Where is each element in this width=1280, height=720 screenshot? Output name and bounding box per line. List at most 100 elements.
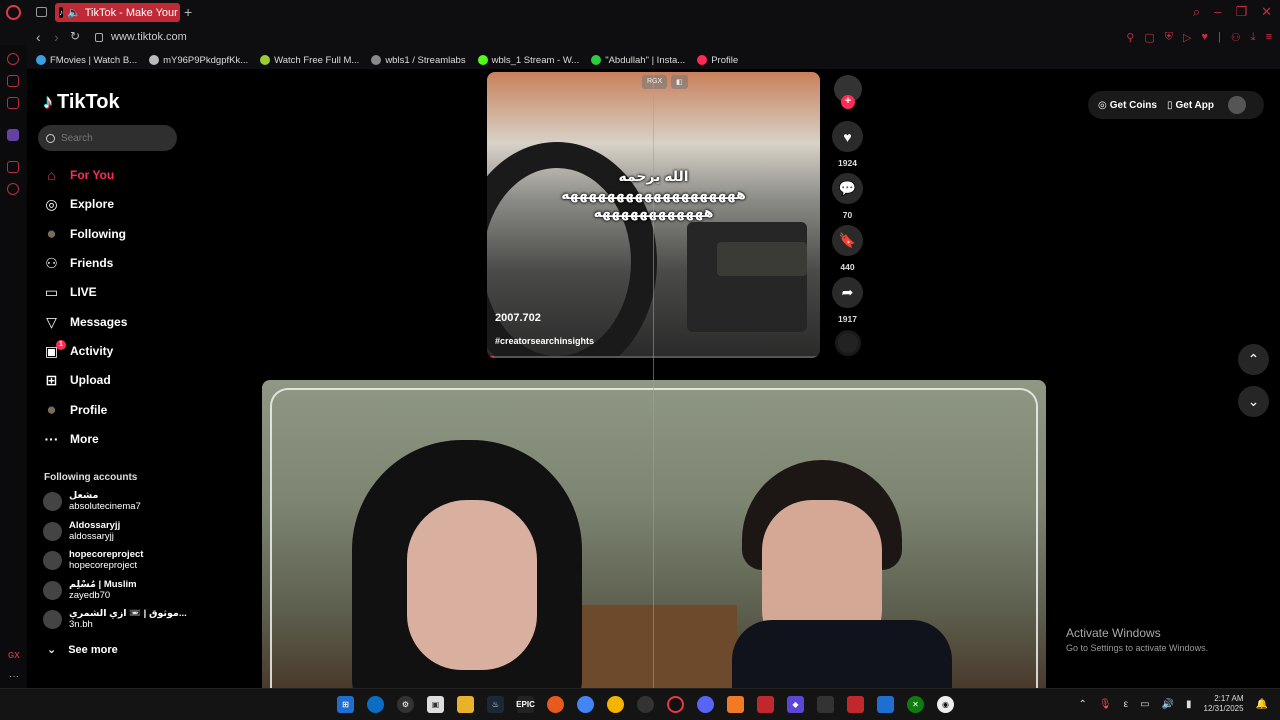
video-player-next[interactable] [262,380,1046,688]
share-button[interactable]: ➦ [832,277,863,308]
nav-item-messages[interactable]: ▽ Messages [43,312,127,332]
sidebar-more-icon[interactable]: ··· [9,671,19,682]
opera-logo-icon[interactable] [6,5,21,20]
language-indicator[interactable]: ε [1124,699,1128,710]
app-red2-icon[interactable] [847,696,864,713]
bookmark-item[interactable]: wbls1 / Streamlabs [371,55,466,66]
nav-item-explore[interactable]: ◎ Explore [43,194,114,214]
app-red-icon[interactable] [757,696,774,713]
easy-setup-icon[interactable]: ≡ [1266,31,1272,44]
following-account[interactable]: hopecoreproject hopecoreproject [43,548,143,572]
nav-item-more[interactable]: ··· More [43,429,99,449]
get-coins-button[interactable]: ◎ Get Coins [1098,100,1157,111]
app-white-icon[interactable]: ◉ [937,696,954,713]
capcut-icon[interactable] [817,696,834,713]
music-disc-icon[interactable] [835,330,861,356]
origin-icon[interactable] [547,696,564,713]
bookmark-item[interactable]: mY96P9PkdgpfKk... [149,55,248,66]
pin-icon[interactable]: ⚲ [1126,31,1134,44]
battery-icon[interactable]: ▮ [1186,699,1192,710]
reload-button[interactable]: ↻ [70,29,80,43]
adblock-icon[interactable]: ⛨ [1165,31,1173,44]
following-account[interactable]: Aldossaryjj aldossaryjj [43,519,120,543]
bookmark-item[interactable]: FMovies | Watch B... [36,55,137,66]
chrome-icon[interactable] [577,696,594,713]
tray-overflow-icon[interactable]: ⌃ [1079,699,1087,710]
app-orange-icon[interactable] [727,696,744,713]
chrome-canary-icon[interactable] [607,696,624,713]
workspaces-icon[interactable] [36,7,47,17]
app-blue-icon[interactable] [877,696,894,713]
network-icon[interactable]: ▭ [1140,699,1149,710]
gx-control-icon[interactable] [7,53,19,65]
nav-item-friends[interactable]: ⚇ Friends [43,253,113,273]
download-icon[interactable]: ⤓ [1251,31,1256,44]
bookmark-item[interactable]: "Abdullah" | Insta... [591,55,685,66]
like-button[interactable]: ♥ [832,121,863,152]
rgx-chip[interactable]: RGX [642,75,668,89]
twitch-icon[interactable] [7,129,19,141]
comment-button[interactable]: 💬 [832,173,863,204]
following-account[interactable]: مُسْلِم | Muslim zayedb70 [43,578,137,602]
gx-corner-icon[interactable] [7,75,19,87]
settings-gear-icon[interactable] [7,183,19,195]
maximize-button[interactable]: ❐ [1235,4,1247,20]
previous-video-button[interactable]: ⌃ [1238,344,1269,375]
bookmark-item[interactable]: wbls_1 Stream - W... [477,55,579,66]
get-app-button[interactable]: ▯ Get App [1167,100,1214,111]
notification-bell-icon[interactable]: 🔔 [1256,699,1268,710]
app-diamond-icon[interactable]: ◆ [787,696,804,713]
volume-icon[interactable]: 🔊 [1162,699,1174,710]
settings-app-icon[interactable]: ⚙ [397,696,414,713]
epic-games-icon[interactable]: EPIC [516,696,535,713]
back-button[interactable]: ‹ [36,29,41,45]
new-tab-button[interactable]: + [184,4,192,20]
url-field[interactable]: www.tiktok.com [95,31,187,43]
search-input[interactable] [61,132,161,144]
search-tabs-icon[interactable]: ⌕ [1193,4,1200,20]
following-account[interactable]: مشعل absolutecinema7 [43,489,141,513]
nav-item-upload[interactable]: ⊞ Upload [43,370,111,390]
opera-gx-taskbar-icon[interactable] [667,696,684,713]
clock[interactable]: 2:17 AM 12/31/2025 [1204,694,1244,714]
bookmark-item[interactable]: Profile [697,55,738,66]
pip-chip[interactable]: ◧ [671,75,688,89]
video-hashtag[interactable]: #creatorsearchinsights [495,336,594,346]
mail-icon[interactable] [7,97,19,109]
store-icon[interactable]: ▣ [427,696,444,713]
steam-icon[interactable]: ♨ [487,696,504,713]
start-menu-icon[interactable]: ⊞ [337,696,354,713]
nav-item-for-you[interactable]: ⌂ For You [43,165,114,185]
tiktok-logo[interactable]: ♪ TikTok [43,91,120,114]
account-icon[interactable]: ⚇ [1231,31,1241,44]
bookmark-item[interactable]: Watch Free Full M... [260,55,359,66]
search-box[interactable] [38,125,177,151]
save-button[interactable]: 🔖 [832,225,863,256]
bookmark-heart-icon[interactable]: ♥ [1201,31,1208,44]
close-window-button[interactable]: ✕ [1261,4,1272,20]
microphone-icon[interactable]: 🎙 [1099,699,1112,710]
nav-item-live[interactable]: ▭ LIVE [43,282,97,302]
obs-icon[interactable] [637,696,654,713]
browser-tab-tiktok[interactable]: ♪ 🔈 TikTok - Make Your Da [55,3,180,22]
file-explorer-icon[interactable] [457,696,474,713]
following-account[interactable]: موثوق | 📼 ازي الشمري... 3n.bh [43,607,187,631]
minimize-button[interactable]: – [1214,4,1221,20]
forward-button[interactable]: › [54,29,59,45]
nav-item-following[interactable]: ● Following [43,224,126,244]
speaker-icon[interactable]: 🔈 [67,6,81,19]
user-avatar[interactable] [1228,96,1246,114]
next-video-button[interactable]: ⌄ [1238,386,1269,417]
player-icon[interactable]: ▷ [1183,31,1191,44]
nav-item-activity[interactable]: ▣ 1 Activity [43,339,113,361]
nav-item-profile[interactable]: ● Profile [43,400,107,420]
snapshot-icon[interactable]: ▢ [1144,31,1154,44]
follow-plus-button[interactable]: + [841,95,855,109]
edge-icon[interactable] [367,696,384,713]
xbox-icon[interactable]: ✕ [907,696,924,713]
video-author[interactable]: 2007.702 [495,312,541,324]
account-handle: absolutecinema7 [69,501,141,512]
pin-sidebar-icon[interactable] [7,161,19,173]
discord-icon[interactable] [697,696,714,713]
see-more-button[interactable]: ⌄ See more [47,643,118,657]
